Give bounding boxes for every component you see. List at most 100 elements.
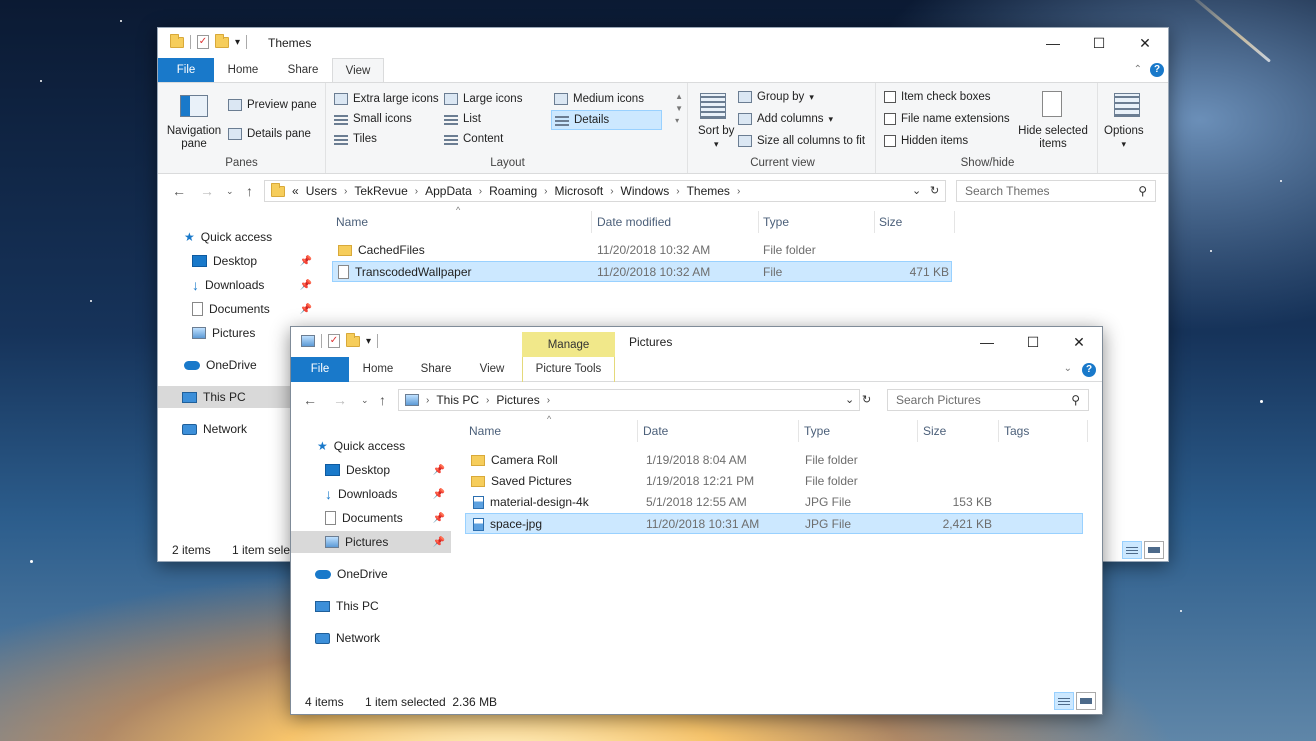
maximize-icon[interactable]: ☐ [1076, 28, 1122, 58]
layout-gallery-scroll[interactable]: ▲ ▼ ▾ [675, 91, 683, 127]
nav-desktop[interactable]: Desktop 📌 [291, 459, 451, 481]
navigation-pane-button[interactable]: Navigation pane [164, 125, 224, 151]
breadcrumb-themes[interactable]: Themes [687, 184, 730, 198]
large-icons-view-toggle[interactable] [1076, 692, 1096, 710]
breadcrumb-tekrevue[interactable]: TekRevue [354, 184, 407, 198]
customize-qat-dropdown-icon[interactable]: ▾ [366, 336, 371, 347]
back-arrow-icon[interactable]: ← [303, 392, 317, 408]
new-folder-icon[interactable] [215, 33, 229, 48]
recent-locations-chevron-icon[interactable]: ⌄ [361, 395, 369, 406]
recent-locations-chevron-icon[interactable]: ⌄ [226, 186, 234, 197]
pin-icon[interactable]: 📌 [300, 256, 312, 267]
pin-icon[interactable]: 📌 [300, 304, 312, 315]
address-dropdown-icon[interactable]: ⌄ [845, 393, 854, 406]
nav-this-pc[interactable]: This PC [291, 595, 451, 617]
refresh-icon[interactable]: ↻ [930, 184, 939, 197]
up-arrow-icon[interactable]: ↑ [379, 392, 386, 408]
file-name-extensions-toggle[interactable]: File name extensions [884, 113, 1010, 125]
details-view-toggle[interactable] [1122, 541, 1142, 559]
table-row[interactable]: CachedFiles 11/20/2018 10:32 AM File fol… [332, 240, 952, 261]
checkbox[interactable] [884, 113, 896, 125]
layout-large-icons[interactable]: Large icons [444, 93, 522, 105]
layout-extra-large-icons[interactable]: Extra large icons [334, 93, 439, 105]
breadcrumb-appdata[interactable]: AppData [425, 184, 472, 198]
nav-downloads[interactable]: ↓ Downloads 📌 [158, 274, 318, 296]
nav-desktop[interactable]: Desktop 📌 [158, 250, 318, 272]
nav-downloads[interactable]: ↓ Downloads 📌 [291, 483, 451, 505]
new-folder-icon[interactable] [346, 332, 360, 347]
tab-file[interactable]: File [158, 58, 214, 83]
size-all-columns-button[interactable]: Size all columns to fit [738, 135, 865, 147]
column-header-type[interactable]: Type [759, 211, 875, 233]
help-icon[interactable]: ? [1150, 63, 1164, 77]
tab-home[interactable]: Home [353, 357, 403, 382]
pin-icon[interactable]: 📌 [433, 537, 445, 548]
explorer-window-pictures[interactable]: ✓ ▾ Manage Pictures — ☐ ✕ File Home Shar… [290, 326, 1103, 715]
checkbox[interactable] [884, 135, 896, 147]
title-bar[interactable]: ✓ ▾ Themes — ☐ ✕ [158, 28, 1168, 58]
table-row[interactable]: Camera Roll 1/19/2018 8:04 AM File folde… [465, 450, 1083, 471]
layout-tiles[interactable]: Tiles [334, 133, 377, 145]
minimize-icon[interactable]: — [964, 327, 1010, 357]
item-check-boxes-toggle[interactable]: Item check boxes [884, 91, 990, 103]
tab-view[interactable]: View [467, 357, 517, 382]
breadcrumb-pictures[interactable]: Pictures [496, 393, 539, 407]
breadcrumb-users[interactable]: Users [306, 184, 337, 198]
breadcrumb-overflow[interactable]: « [292, 184, 299, 198]
refresh-icon[interactable]: ↻ [862, 393, 871, 406]
hidden-items-toggle[interactable]: Hidden items [884, 135, 968, 147]
close-icon[interactable]: ✕ [1056, 327, 1102, 357]
tab-share[interactable]: Share [411, 357, 461, 382]
address-dropdown-icon[interactable]: ⌄ [912, 184, 921, 197]
nav-onedrive[interactable]: OneDrive [291, 563, 451, 585]
group-by-button[interactable]: Group by ▾ [738, 91, 814, 103]
tab-picture-tools[interactable]: Picture Tools [522, 357, 615, 382]
hide-selected-items-button[interactable]: Hide selected items [1018, 125, 1088, 151]
details-view-toggle[interactable] [1054, 692, 1074, 710]
contextual-tab-header[interactable]: Manage [522, 332, 615, 357]
search-input[interactable]: Search Themes ⚲ [956, 180, 1156, 202]
collapse-ribbon-icon[interactable]: ⌃ [1134, 64, 1142, 75]
minimize-icon[interactable]: — [1030, 28, 1076, 58]
breadcrumb-roaming[interactable]: Roaming [489, 184, 537, 198]
layout-medium-icons[interactable]: Medium icons [554, 93, 644, 105]
column-header-name[interactable]: Name [465, 420, 638, 442]
column-header-tags[interactable]: Tags [1000, 420, 1088, 442]
checkbox[interactable] [884, 91, 896, 103]
large-icons-view-toggle[interactable] [1144, 541, 1164, 559]
details-pane-button[interactable]: Details pane [228, 128, 311, 140]
column-header-size[interactable]: Size [919, 420, 999, 442]
nav-documents[interactable]: Documents 📌 [291, 507, 451, 529]
forward-arrow-icon[interactable]: → [200, 183, 214, 199]
pin-icon[interactable]: 📌 [433, 513, 445, 524]
properties-icon[interactable]: ✓ [328, 334, 340, 348]
up-arrow-icon[interactable]: ↑ [246, 183, 253, 199]
table-row[interactable]: Saved Pictures 1/19/2018 12:21 PM File f… [465, 471, 1083, 492]
tab-share[interactable]: Share [278, 58, 328, 83]
layout-list[interactable]: List [444, 113, 481, 125]
maximize-icon[interactable]: ☐ [1010, 327, 1056, 357]
title-bar[interactable]: ✓ ▾ Manage Pictures — ☐ ✕ [291, 327, 1102, 357]
tab-file[interactable]: File [291, 357, 349, 382]
nav-quick-access[interactable]: ★ Quick access [158, 226, 318, 248]
layout-small-icons[interactable]: Small icons [334, 113, 412, 125]
column-header-type[interactable]: Type [800, 420, 918, 442]
preview-pane-button[interactable]: Preview pane [228, 99, 317, 111]
column-header-date[interactable]: Date [639, 420, 799, 442]
options-button[interactable]: Options ▾ [1104, 125, 1144, 151]
properties-icon[interactable]: ✓ [197, 35, 209, 49]
pin-icon[interactable]: 📌 [300, 280, 312, 291]
tab-home[interactable]: Home [218, 58, 268, 83]
nav-network[interactable]: Network [291, 627, 451, 649]
expand-ribbon-icon[interactable]: ⌄ [1064, 363, 1072, 374]
column-header-name[interactable]: Name [332, 211, 592, 233]
table-row[interactable]: material-design-4k 5/1/2018 12:55 AM JPG… [465, 492, 1083, 513]
sort-by-button[interactable]: Sort by ▾ [698, 125, 734, 151]
back-arrow-icon[interactable]: ← [172, 183, 186, 199]
nav-documents[interactable]: Documents 📌 [158, 298, 318, 320]
add-columns-button[interactable]: Add columns ▾ [738, 113, 833, 125]
breadcrumb-microsoft[interactable]: Microsoft [555, 184, 604, 198]
close-icon[interactable]: ✕ [1122, 28, 1168, 58]
forward-arrow-icon[interactable]: → [333, 392, 347, 408]
address-field[interactable]: « Users › TekRevue › AppData › Roaming › Mic… [264, 180, 946, 202]
